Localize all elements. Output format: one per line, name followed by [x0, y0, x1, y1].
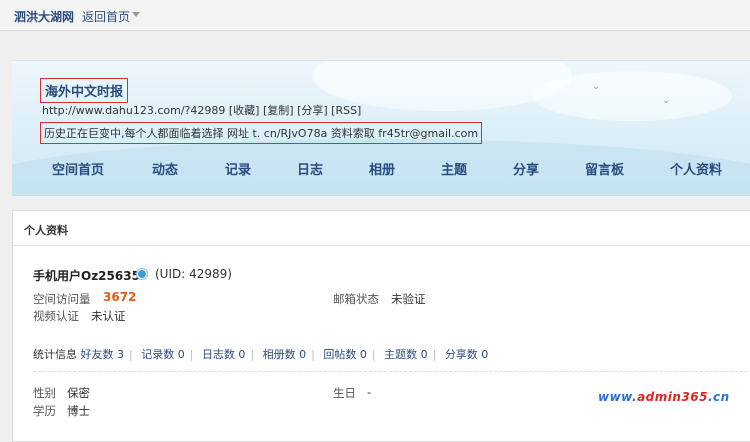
stat-blogs[interactable]: 日志数 0 [202, 348, 246, 361]
stat-friends[interactable]: 好友数 3 [81, 348, 125, 361]
education-value: 博士 [67, 404, 90, 418]
space-nav: 空间首页 动态 记录 日志 相册 主题 分享 留言板 个人资料 [12, 159, 750, 183]
nav-item-album[interactable]: 相册 [369, 159, 395, 178]
section-divider [33, 371, 750, 372]
space-title[interactable]: 海外中文时报 [40, 78, 129, 103]
stat-albums[interactable]: 相册数 0 [263, 348, 307, 361]
nav-item-guestbook[interactable]: 留言板 [585, 159, 624, 178]
stat-shares[interactable]: 分享数 0 [445, 348, 489, 361]
nav-item-topics[interactable]: 主题 [441, 159, 467, 178]
rss-link[interactable]: [RSS] [331, 104, 361, 117]
birthday-value: - [367, 385, 372, 399]
video-auth-value: 未认证 [91, 309, 126, 323]
visits-label: 空间访问量 [33, 292, 91, 306]
home-link[interactable]: 返回首页 [82, 8, 130, 25]
divider: | [432, 348, 437, 361]
watermark-part: www. [598, 390, 638, 404]
profile-panel: 个人资料 手机用户Oz25635 (UID: 42989) 空间访问量 3672… [12, 210, 750, 442]
divider: | [311, 348, 315, 361]
space-motto: 历史正在巨变中,每个人都面临着选择 网址 t. cn/RJvO78a 资料索取 … [40, 122, 483, 144]
nav-item-blog[interactable]: 日志 [297, 159, 323, 178]
copy-link[interactable]: [复制] [263, 104, 294, 117]
cloud-decoration [532, 71, 732, 121]
gender-value: 保密 [67, 386, 90, 400]
verified-icon [137, 269, 147, 279]
stat-replies[interactable]: 回帖数 0 [323, 348, 367, 361]
space-url-line: http://www.dahu123.com/?42989 [收藏] [复制] … [42, 102, 361, 118]
space-banner: ⌄ ⌄ 海外中文时报 http://www.dahu123.com/?42989… [12, 60, 750, 196]
visits-value: 3672 [103, 290, 137, 304]
site-watermark: www.admin365.cn [598, 390, 730, 404]
divider: | [371, 348, 376, 361]
nav-item-share[interactable]: 分享 [513, 159, 539, 178]
education-label: 学历 [33, 404, 56, 418]
share-link[interactable]: [分享] [297, 104, 328, 117]
nav-item-records[interactable]: 记录 [225, 159, 251, 178]
top-bar: 泗洪大湖网 返回首页 [0, 0, 750, 31]
panel-title: 个人资料 [24, 224, 68, 237]
username: 手机用户Oz25635 [33, 269, 140, 283]
site-name-link[interactable]: 泗洪大湖网 [14, 8, 74, 25]
nav-item-profile[interactable]: 个人资料 [670, 159, 722, 178]
stat-topics[interactable]: 主题数 0 [384, 348, 428, 361]
uid-text: (UID: 42989) [155, 267, 232, 281]
panel-header: 个人资料 [13, 211, 750, 246]
email-status-label: 邮箱状态 [333, 292, 379, 306]
watermark-part: .cn [707, 390, 730, 404]
divider: | [129, 348, 133, 361]
email-status-value: 未验证 [391, 292, 426, 306]
nav-item-feed[interactable]: 动态 [152, 159, 178, 178]
bird-icon: ⌄ [662, 95, 671, 106]
nav-item-home[interactable]: 空间首页 [52, 159, 104, 178]
video-auth-label: 视频认证 [33, 309, 79, 323]
stats-line: 统计信息 好友数 3 | 记录数 0 | 日志数 0 | 相册数 0 | 回帖数 0 | … [33, 346, 488, 362]
divider: | [189, 348, 194, 361]
divider: | [250, 348, 255, 361]
bird-icon: ⌄ [592, 81, 601, 92]
favorite-link[interactable]: [收藏] [229, 104, 260, 117]
stats-label: 统计信息 [33, 348, 77, 361]
stat-records[interactable]: 记录数 0 [141, 348, 185, 361]
space-url[interactable]: http://www.dahu123.com/?42989 [42, 104, 225, 117]
chevron-down-icon[interactable] [132, 12, 140, 17]
birthday-label: 生日 [333, 386, 356, 400]
gender-label: 性别 [33, 386, 56, 400]
watermark-part: admin365 [637, 390, 708, 404]
